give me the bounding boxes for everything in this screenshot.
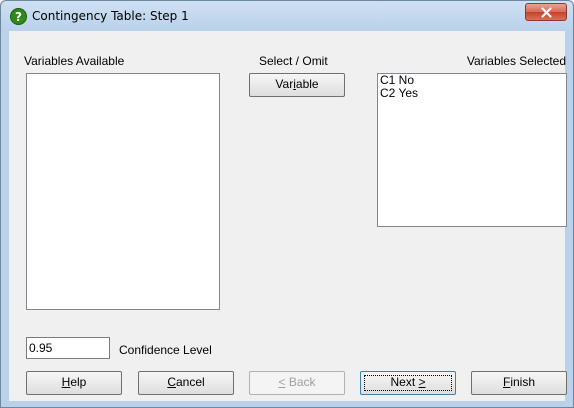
variables-selected-label: Variables Selected — [466, 54, 566, 68]
confidence-level-input[interactable]: 0.95 — [26, 337, 110, 359]
next-button[interactable]: Next > — [360, 371, 456, 395]
finish-button[interactable]: Finish — [471, 371, 567, 395]
dialog-window: ? Contingency Table: Step 1 Variables Av… — [0, 0, 574, 408]
back-button[interactable]: < Back — [249, 371, 345, 395]
window-title: Contingency Table: Step 1 — [32, 9, 189, 23]
variables-available-list[interactable] — [26, 73, 220, 310]
list-item[interactable]: C2 Yes — [378, 87, 566, 100]
help-button[interactable]: Help — [26, 371, 122, 395]
select-omit-label: Select / Omit — [259, 54, 328, 68]
focus-rectangle — [364, 375, 452, 391]
close-button[interactable] — [525, 3, 567, 21]
variables-available-label: Variables Available — [24, 54, 125, 68]
close-icon — [541, 7, 552, 18]
help-question-icon: ? — [10, 8, 27, 25]
title-bar[interactable]: ? Contingency Table: Step 1 — [1, 1, 573, 31]
select-variable-button[interactable]: Variable — [249, 73, 345, 97]
confidence-level-label: Confidence Level — [119, 343, 212, 357]
variables-selected-list[interactable]: C1 No C2 Yes — [377, 73, 567, 227]
cancel-button[interactable]: Cancel — [138, 371, 234, 395]
svg-text:?: ? — [15, 10, 22, 24]
dialog-body: Variables Available Select / Omit Variab… — [9, 31, 567, 401]
